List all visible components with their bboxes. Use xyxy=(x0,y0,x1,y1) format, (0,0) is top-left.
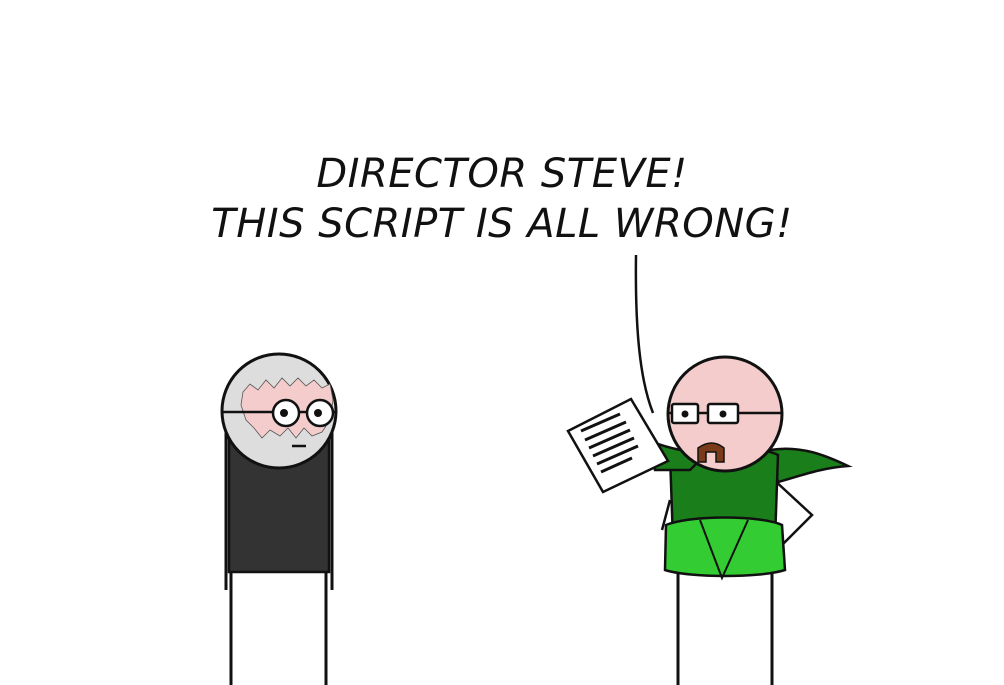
director-steve xyxy=(220,352,338,685)
comic-panel: DIRECTOR STEVE! THIS SCRIPT IS ALL WRONG… xyxy=(0,0,1004,685)
comic-illustration xyxy=(220,254,853,685)
speech-line-1: DIRECTOR STEVE! xyxy=(316,151,688,197)
speaker-right-pupil xyxy=(719,410,727,418)
speaker-trunks xyxy=(663,516,787,578)
director-left-pupil xyxy=(280,409,288,417)
speaker-left-pupil xyxy=(681,410,689,418)
speaker-cape xyxy=(768,447,853,484)
costumed-speaker xyxy=(641,355,853,685)
speech-tail xyxy=(634,254,655,414)
speech-line-2: THIS SCRIPT IS ALL WRONG! xyxy=(211,201,793,247)
director-right-pupil xyxy=(314,409,322,417)
